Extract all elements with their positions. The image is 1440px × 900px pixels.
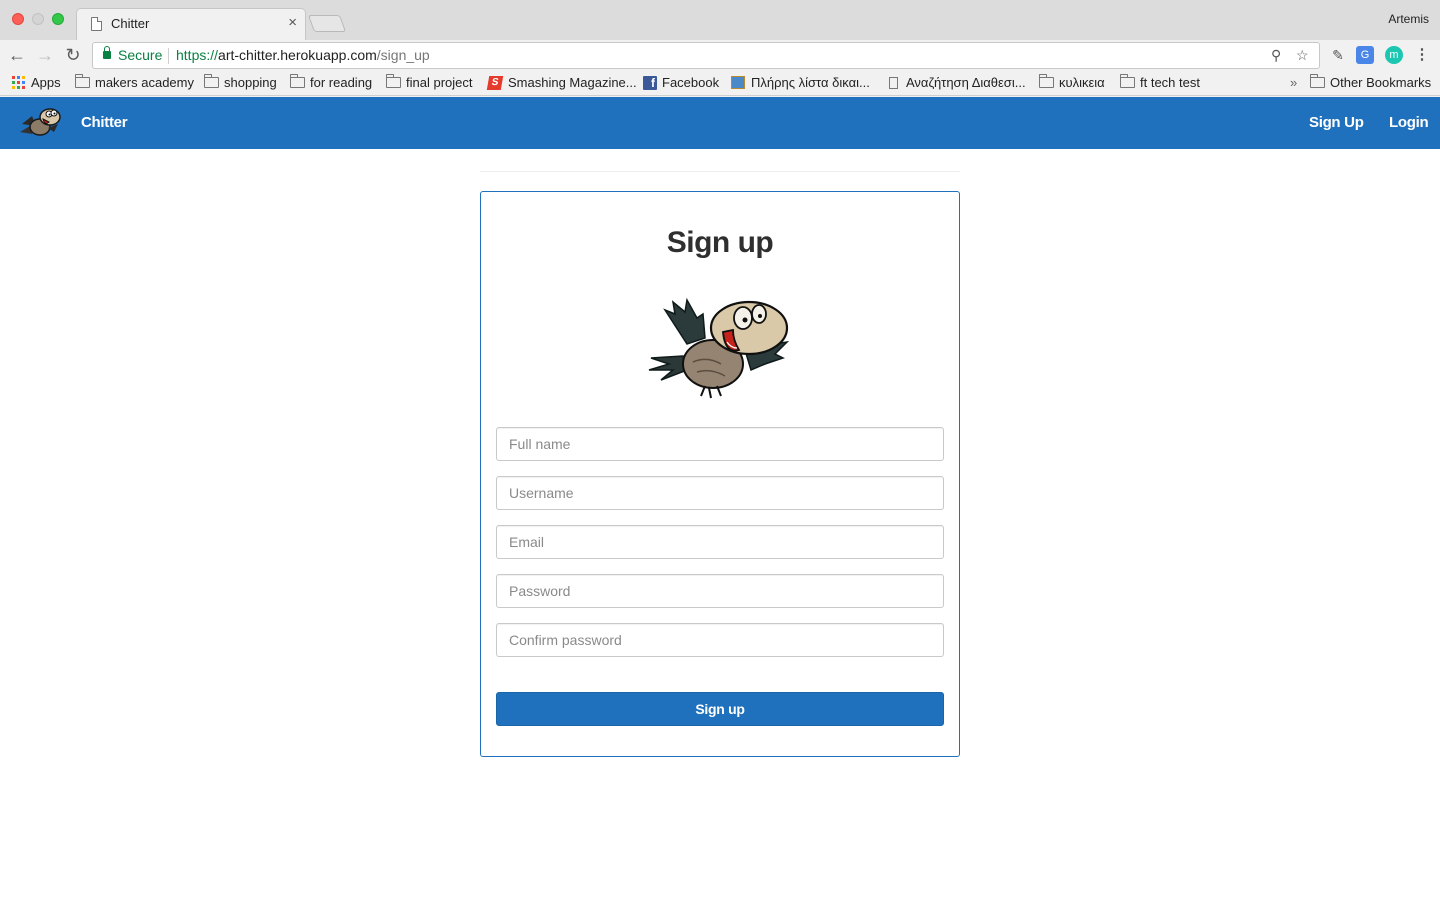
bookmark-label: shopping <box>224 75 277 90</box>
facebook-icon: f <box>643 75 657 90</box>
browser-tab[interactable]: Chitter × <box>76 8 306 40</box>
folder-icon <box>1310 74 1325 88</box>
apps-grid-icon <box>12 76 25 89</box>
maximize-window-button[interactable] <box>52 13 64 25</box>
bookmark-label: Facebook <box>662 75 720 90</box>
url-scheme: https:// <box>176 47 219 63</box>
tab-close-icon[interactable]: × <box>288 14 297 32</box>
back-icon[interactable]: ← <box>5 43 29 67</box>
divider <box>480 171 960 172</box>
bookmark-label: makers academy <box>95 75 194 90</box>
menu-icon[interactable]: ⋮ <box>1413 46 1431 64</box>
new-tab-button[interactable] <box>307 15 347 32</box>
brand-link[interactable]: Chitter <box>81 114 128 131</box>
bookmark-label: Πλήρης λίστα δικαι... <box>751 75 870 90</box>
url-text[interactable]: https://art-chitter.herokuapp.com/sign_u… <box>176 47 430 63</box>
bookmark-label: Αναζήτηση Διαθεσι... <box>906 75 1026 90</box>
folder-icon <box>1039 74 1054 88</box>
page-title: Sign up <box>666 226 774 259</box>
url-host: art-chitter.herokuapp.com <box>218 47 377 63</box>
tab-strip: Chitter × Artemis <box>0 0 1440 40</box>
divider <box>168 48 169 64</box>
browser-chrome: Chitter × Artemis ← → ↻ Secure https://a… <box>0 0 1440 97</box>
bookmark-makers-academy[interactable]: makers academy <box>75 74 194 90</box>
folder-icon <box>1120 74 1135 88</box>
folder-icon <box>386 74 401 88</box>
other-bookmarks-label: Other Bookmarks <box>1330 75 1432 90</box>
page-icon <box>889 76 898 89</box>
site-navbar: Chitter Sign Up Login <box>0 97 1440 149</box>
bookmark-label: κυλικεια <box>1059 75 1105 90</box>
forward-icon[interactable]: → <box>33 43 57 67</box>
lock-icon <box>103 46 111 59</box>
username-input[interactable] <box>496 476 944 510</box>
bookmark-smashing-magazine[interactable]: S Smashing Magazine... <box>486 75 637 90</box>
full-name-input[interactable] <box>496 427 944 461</box>
bookmarks-overflow-icon[interactable]: » <box>1290 75 1297 90</box>
bookmark-kylikeia[interactable]: κυλικεια <box>1039 74 1105 90</box>
bird-mascot-icon <box>648 297 790 399</box>
bookmark-shopping[interactable]: shopping <box>204 74 277 90</box>
bookmark-facebook[interactable]: f Facebook <box>643 75 719 90</box>
close-window-button[interactable] <box>12 13 24 25</box>
key-icon[interactable]: ⚲ <box>1271 47 1281 64</box>
address-bar[interactable]: Secure https://art-chitter.herokuapp.com… <box>92 42 1320 69</box>
confirm-password-input[interactable] <box>496 623 944 657</box>
folder-icon <box>75 74 90 88</box>
page-icon <box>91 17 102 31</box>
bookmark-for-reading[interactable]: for reading <box>290 74 373 90</box>
eyedropper-icon[interactable]: ✎ <box>1329 46 1347 64</box>
bookmark-final-project[interactable]: final project <box>386 74 473 90</box>
box-icon <box>731 76 745 89</box>
folder-icon <box>204 74 219 88</box>
bookmark-label: for reading <box>310 75 373 90</box>
minimize-window-button[interactable] <box>32 13 44 25</box>
bookmark-label: Apps <box>31 75 61 90</box>
bookmark-apps[interactable]: Apps <box>12 75 61 90</box>
tab-title: Chitter <box>111 16 150 31</box>
bookmark-label: final project <box>406 75 473 90</box>
bookmark-greek-list[interactable]: Πλήρης λίστα δικαι... <box>731 75 870 90</box>
bookmarks-bar: Apps makers academy shopping for reading… <box>0 72 1440 96</box>
star-icon[interactable]: ☆ <box>1296 47 1309 64</box>
signup-nav-link[interactable]: Sign Up <box>1309 114 1364 131</box>
login-nav-link[interactable]: Login <box>1389 114 1429 131</box>
email-input[interactable] <box>496 525 944 559</box>
bookmark-greek-search[interactable]: Αναζήτηση Διαθεσι... <box>889 75 1026 90</box>
bookmark-ft-tech-test[interactable]: ft tech test <box>1120 74 1200 90</box>
browser-toolbar: ← → ↻ Secure https://art-chitter.herokua… <box>0 40 1440 72</box>
smashing-icon: S <box>486 75 504 90</box>
signup-card: Sign up Sign up <box>480 191 960 757</box>
other-bookmarks[interactable]: Other Bookmarks <box>1310 74 1432 90</box>
translate-icon[interactable]: G <box>1356 46 1374 64</box>
url-path: /sign_up <box>376 47 430 63</box>
bird-logo-icon[interactable] <box>18 102 64 142</box>
signup-button[interactable]: Sign up <box>496 692 944 726</box>
profile-name[interactable]: Artemis <box>1388 12 1429 26</box>
bookmark-label: ft tech test <box>1140 75 1200 90</box>
reload-icon[interactable]: ↻ <box>61 43 85 67</box>
password-input[interactable] <box>496 574 944 608</box>
secure-label: Secure <box>118 47 163 63</box>
extension-icon[interactable]: m <box>1385 46 1403 64</box>
bookmark-label: Smashing Magazine... <box>508 75 637 90</box>
folder-icon <box>290 74 305 88</box>
